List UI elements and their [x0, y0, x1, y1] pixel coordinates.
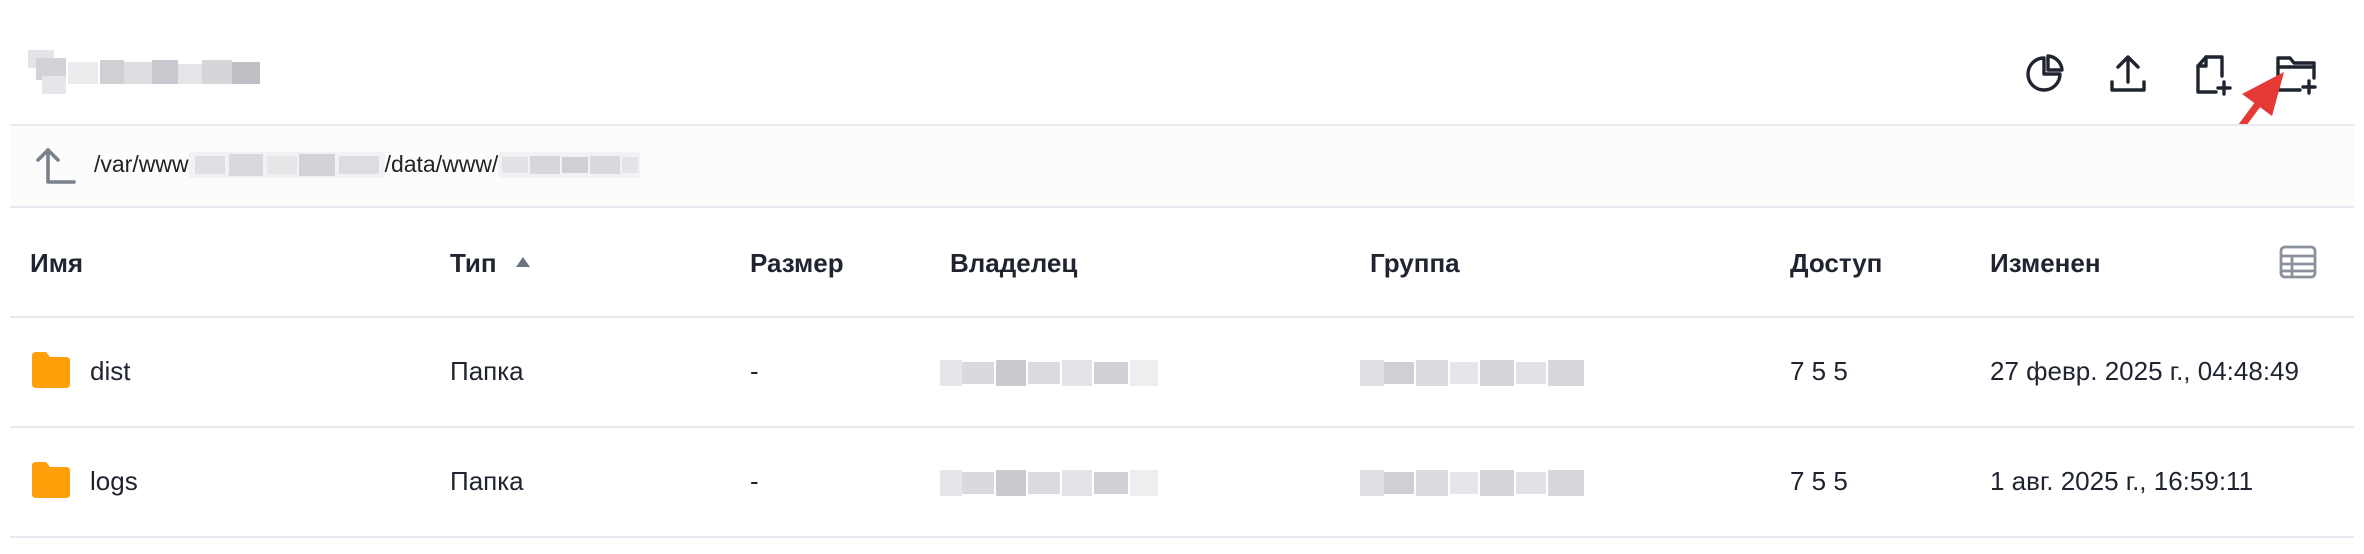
redacted-path-segment	[498, 151, 641, 178]
table-row[interactable]: logs Папка - 7 5 5 1 авг. 2025 г., 16:59…	[10, 428, 2354, 536]
redacted-owner	[940, 360, 1158, 386]
column-header-type[interactable]: Тип	[450, 248, 497, 279]
folder-icon	[32, 352, 70, 388]
disk-usage-button[interactable]	[2014, 44, 2074, 104]
path-bar: /var/www /data/www/	[10, 126, 2354, 206]
row-type: Папка	[450, 466, 524, 496]
table-header: Имя Тип Размер Владелец Группа Доступ Из…	[10, 208, 2354, 316]
row-modified: 27 февр. 2025 г., 04:48:49	[1990, 356, 2299, 386]
row-name[interactable]: dist	[90, 356, 130, 387]
redacted-path-segment	[188, 151, 385, 178]
path-prefix: /var/www	[94, 151, 189, 177]
column-header-modified[interactable]: Изменен	[1990, 248, 2101, 279]
redacted-owner	[940, 470, 1158, 496]
upload-button[interactable]	[2098, 44, 2158, 104]
redacted-group	[1360, 470, 1584, 496]
navigate-up-icon[interactable]	[34, 140, 86, 192]
redacted-title	[28, 50, 264, 96]
column-header-access[interactable]: Доступ	[1790, 248, 1882, 279]
new-file-button[interactable]	[2182, 44, 2242, 104]
folder-icon	[32, 462, 70, 498]
pie-chart-icon	[2026, 54, 2064, 92]
table-row[interactable]: dist Папка - 7 5 5 27 февр. 2025 г., 04:…	[10, 318, 2354, 426]
row-access: 7 5 5	[1790, 466, 1848, 496]
redacted-group	[1360, 360, 1584, 386]
column-header-group[interactable]: Группа	[1370, 248, 1460, 279]
row-type: Папка	[450, 356, 524, 386]
sort-ascending-icon	[516, 257, 530, 267]
new-file-icon	[2196, 55, 2232, 96]
column-header-name[interactable]: Имя	[30, 248, 83, 279]
path-middle: /data/www/	[384, 151, 499, 177]
row-size: -	[750, 356, 759, 386]
row-size: -	[750, 466, 759, 496]
row-access: 7 5 5	[1790, 356, 1848, 386]
header	[0, 0, 2364, 124]
new-folder-button[interactable]	[2266, 44, 2326, 104]
row-name[interactable]: logs	[90, 466, 138, 497]
upload-icon	[2110, 55, 2146, 92]
table-columns-icon[interactable]	[2278, 244, 2318, 280]
row-divider	[10, 536, 2354, 538]
column-header-owner[interactable]: Владелец	[950, 248, 1077, 279]
row-modified: 1 авг. 2025 г., 16:59:11	[1990, 466, 2254, 496]
new-folder-icon	[2276, 56, 2317, 95]
current-path: /var/www /data/www/	[94, 151, 641, 178]
column-header-size[interactable]: Размер	[750, 248, 844, 279]
